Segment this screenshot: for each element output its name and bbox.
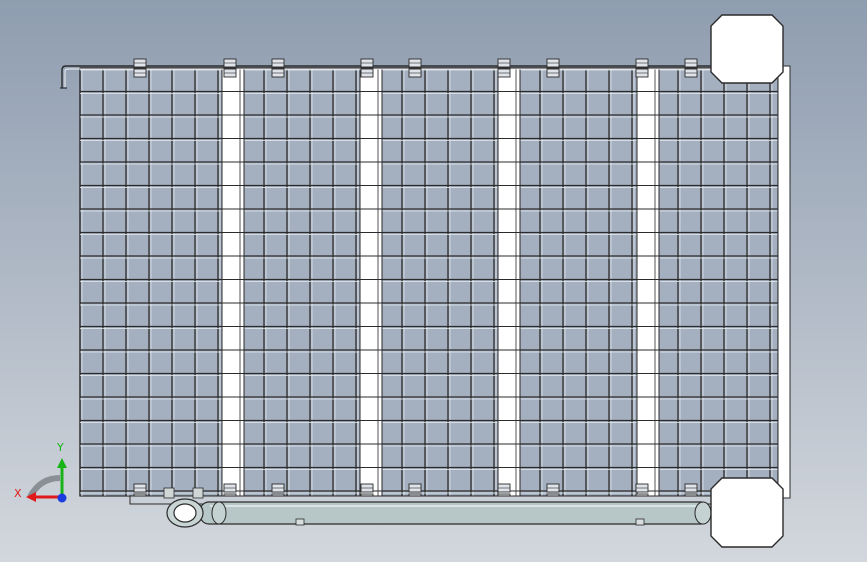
top-right-bearing-bracket	[710, 14, 784, 84]
right-end-roller	[777, 65, 791, 499]
coordinate-triad-icon	[26, 458, 67, 503]
x-axis-label: X	[14, 487, 22, 500]
bottom-right-bearing-bracket	[710, 477, 784, 548]
y-axis-label: Y	[57, 441, 64, 454]
mesh-belt-body	[79, 67, 779, 497]
mesh-belt-conveyor-model[interactable]	[0, 0, 867, 562]
cad-viewport[interactable]: Y X	[0, 0, 867, 562]
